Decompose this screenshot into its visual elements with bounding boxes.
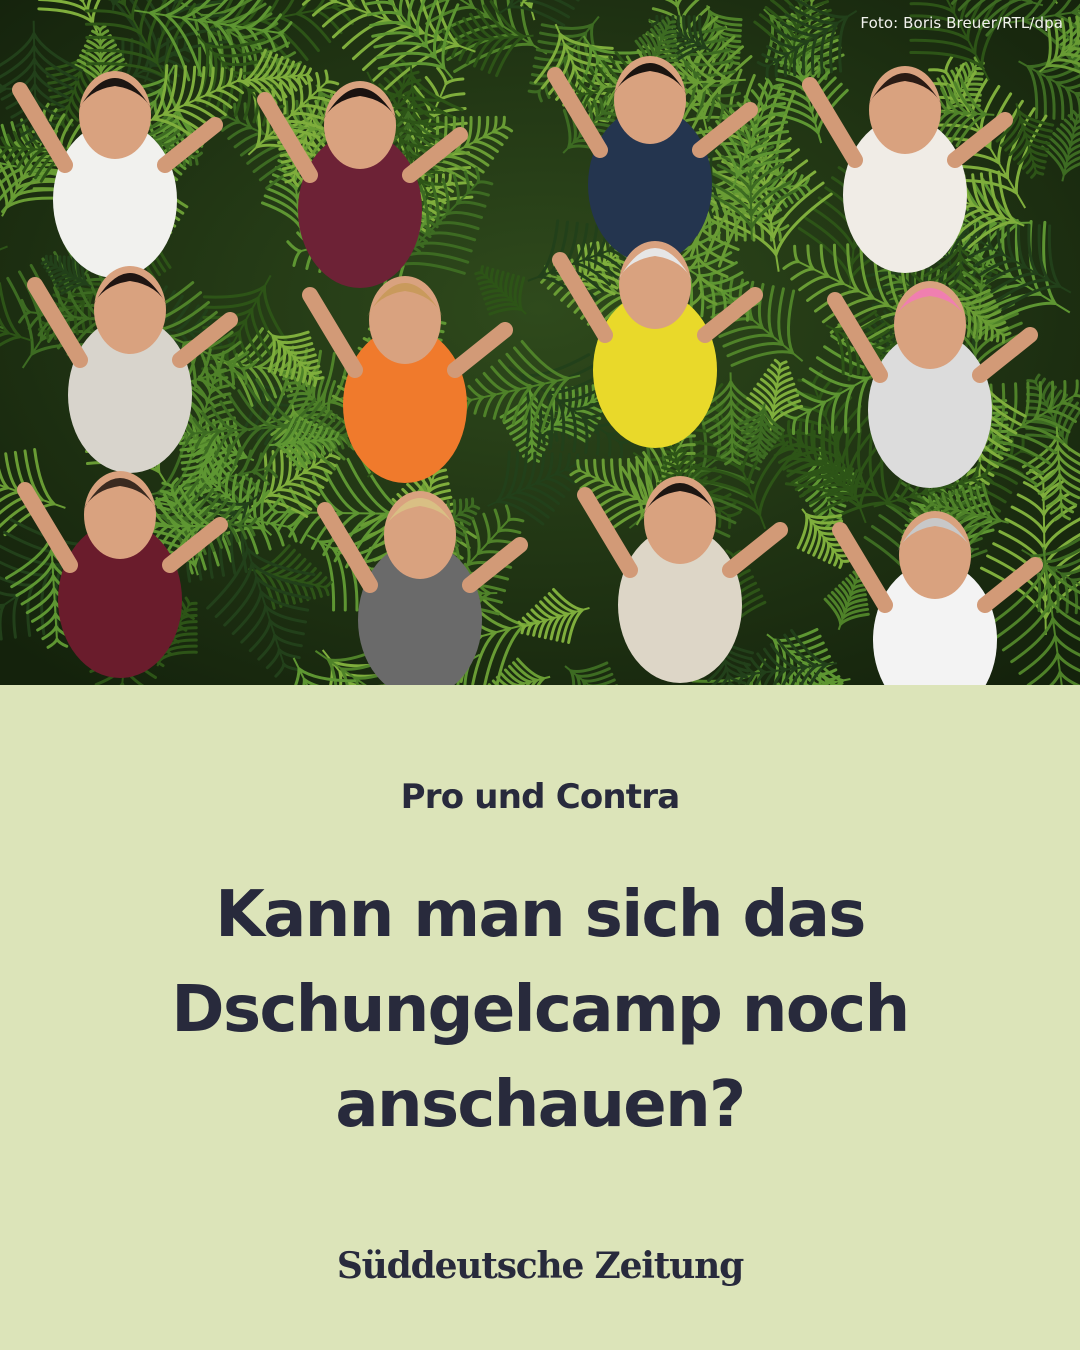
photo-credit: Foto: Boris Breuer/RTL/dpa xyxy=(860,14,1063,32)
brand-logo: Süddeutsche Zeitung xyxy=(336,1245,744,1287)
headline[interactable]: Kann man sich das Dschungelcamp noch ans… xyxy=(90,868,990,1153)
headline-line-2: Dschungelcamp noch xyxy=(171,973,910,1047)
text-panel: Pro und Contra Kann man sich das Dschung… xyxy=(0,685,1080,1350)
headline-line-3: anschauen? xyxy=(335,1068,746,1142)
cast-photo: Foto: Boris Breuer/RTL/dpa xyxy=(0,0,1080,685)
jungle-cast-illustration xyxy=(0,0,1080,685)
social-card: Foto: Boris Breuer/RTL/dpa Pro und Contr… xyxy=(0,0,1080,1350)
headline-line-1: Kann man sich das xyxy=(215,878,866,952)
kicker-label: Pro und Contra xyxy=(400,777,681,817)
